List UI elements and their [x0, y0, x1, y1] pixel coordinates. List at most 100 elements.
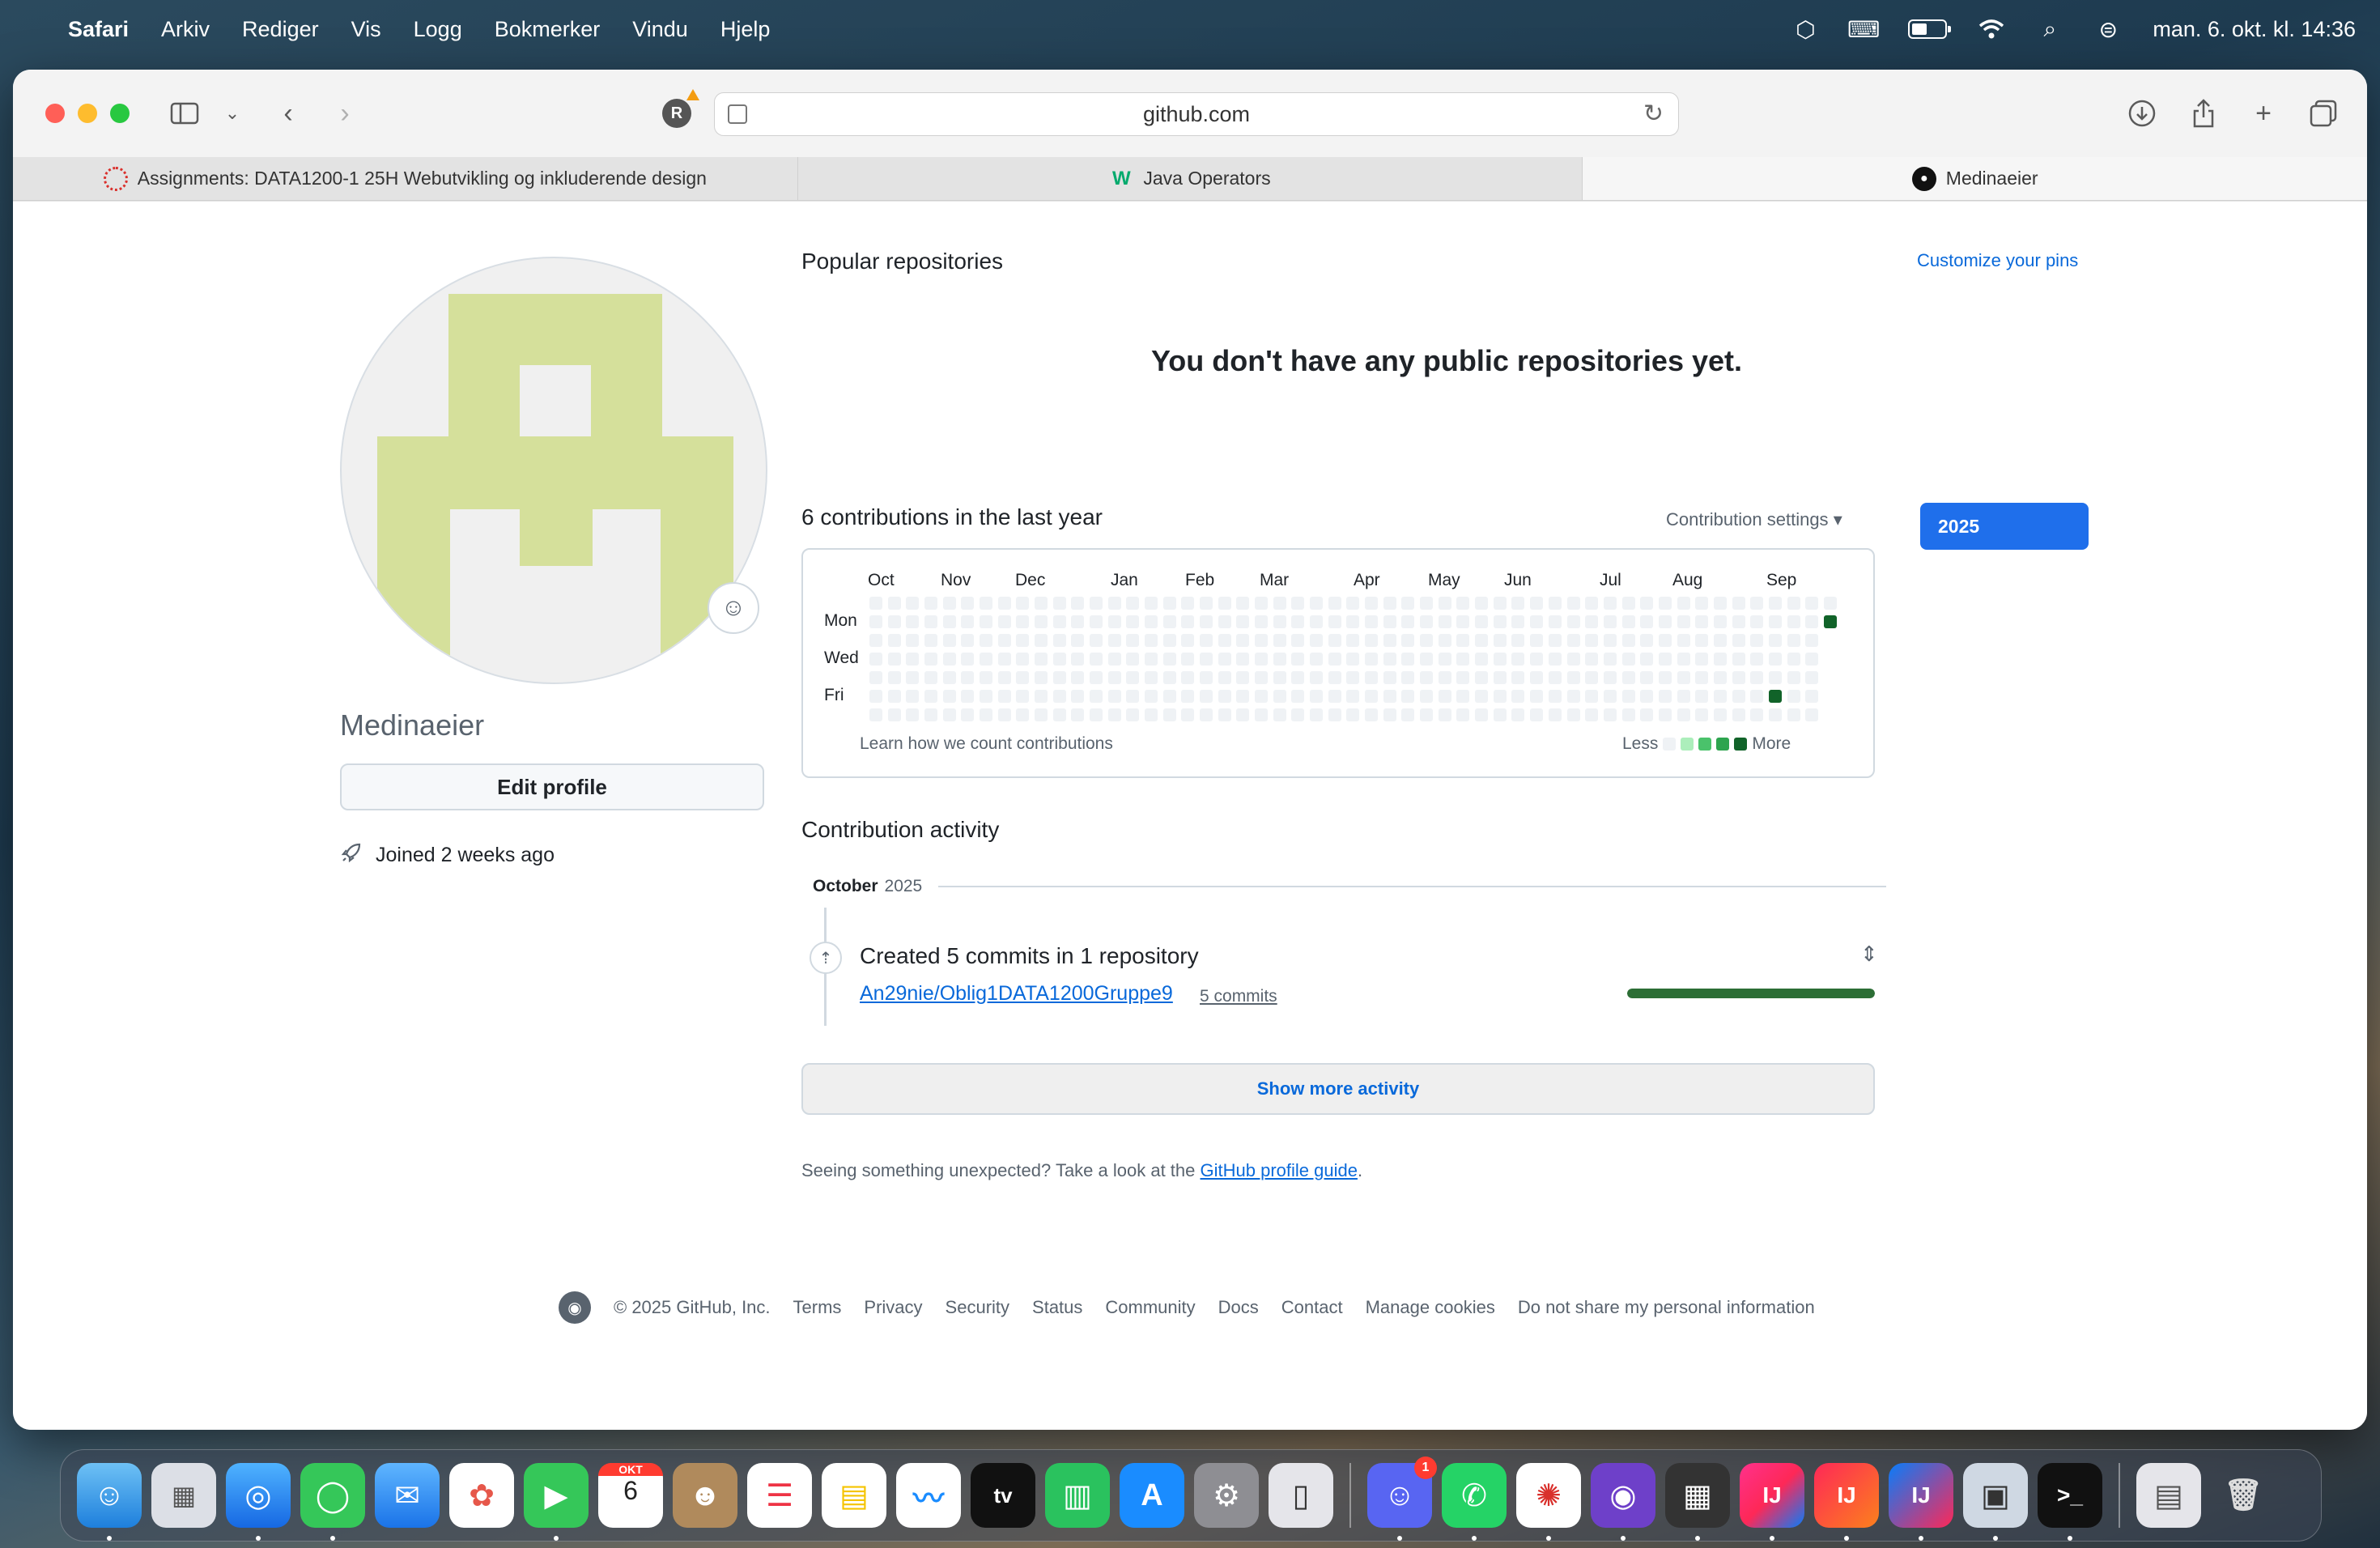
contribution-cell[interactable] [1328, 615, 1341, 628]
contribution-cell[interactable] [1585, 597, 1599, 610]
contribution-cell[interactable] [1071, 671, 1085, 684]
contribution-cell[interactable] [1255, 615, 1269, 628]
contribution-cell[interactable] [1530, 690, 1544, 703]
contribution-cell[interactable] [1621, 615, 1635, 628]
facetime-icon[interactable]: ▶ [524, 1463, 589, 1541]
contribution-cell[interactable] [980, 671, 993, 684]
contribution-cell[interactable] [924, 634, 937, 647]
contribution-cell[interactable] [1162, 597, 1176, 610]
contribution-cell[interactable] [1181, 708, 1195, 721]
contribution-cell[interactable] [1126, 615, 1140, 628]
contribution-cell[interactable] [961, 671, 975, 684]
menu-rediger[interactable]: Rediger [242, 17, 319, 42]
contribution-cell[interactable] [906, 690, 920, 703]
footer-link-docs[interactable]: Docs [1218, 1297, 1259, 1318]
contribution-cell[interactable] [1071, 615, 1085, 628]
contribution-cell[interactable] [1200, 671, 1213, 684]
contribution-cell[interactable] [1603, 671, 1617, 684]
contacts-icon[interactable]: ☻ [673, 1463, 737, 1528]
contribution-cell[interactable] [1493, 671, 1507, 684]
contribution-cell[interactable] [1805, 634, 1819, 647]
contribution-cell[interactable] [1787, 671, 1800, 684]
wifi-icon[interactable] [1978, 17, 2005, 41]
contribution-cell[interactable] [1768, 597, 1782, 610]
zoom-button[interactable] [110, 104, 130, 123]
contribution-cell[interactable] [1768, 708, 1782, 721]
contribution-cell[interactable] [1438, 653, 1451, 666]
contribution-cell[interactable] [1805, 597, 1819, 610]
contribution-cell[interactable] [1750, 615, 1764, 628]
contribution-cell[interactable] [1236, 634, 1250, 647]
contribution-cell[interactable] [961, 708, 975, 721]
app-store-icon[interactable]: A [1120, 1463, 1184, 1528]
search-icon[interactable]: ⌕ [2036, 16, 2063, 41]
contribution-cell[interactable] [1695, 708, 1709, 721]
contribution-cell[interactable] [1548, 653, 1562, 666]
contribution-cell[interactable] [1585, 615, 1599, 628]
notes-icon[interactable]: ▤ [822, 1463, 886, 1528]
contribution-cell[interactable] [961, 615, 975, 628]
menu-logg[interactable]: Logg [414, 17, 462, 42]
profile-guide-link[interactable]: GitHub profile guide [1201, 1160, 1358, 1180]
address-bar[interactable]: github.com ↻ [714, 92, 1679, 136]
contribution-cell[interactable] [1621, 597, 1635, 610]
contribution-cell[interactable] [942, 597, 956, 610]
contribution-cell[interactable] [1181, 615, 1195, 628]
page-menu-icon[interactable] [728, 104, 747, 124]
preview-icon[interactable]: ▣ [1963, 1463, 2028, 1541]
contribution-cell[interactable] [1126, 597, 1140, 610]
contribution-cell[interactable] [1052, 708, 1066, 721]
contribution-cell[interactable] [1218, 690, 1231, 703]
contribution-cell[interactable] [980, 653, 993, 666]
contribution-cell[interactable] [1750, 597, 1764, 610]
contribution-cell[interactable] [1787, 634, 1800, 647]
contribution-cell[interactable] [1732, 615, 1745, 628]
contribution-cell[interactable] [1695, 671, 1709, 684]
iphone-mirroring-icon[interactable]: ▯ [1269, 1463, 1333, 1528]
contribution-cell[interactable] [869, 615, 882, 628]
numbers-icon[interactable]: ▥ [1045, 1463, 1110, 1528]
contribution-cell[interactable] [1107, 708, 1121, 721]
contribution-cell[interactable] [1658, 634, 1672, 647]
contribution-cell[interactable] [1713, 671, 1727, 684]
contribution-cell[interactable] [924, 597, 937, 610]
contribution-cell[interactable] [1071, 653, 1085, 666]
contribution-cell[interactable] [997, 708, 1011, 721]
photos-icon[interactable]: ✿ [449, 1463, 514, 1528]
contribution-cell[interactable] [1090, 615, 1103, 628]
contribution-cell[interactable] [1365, 708, 1379, 721]
expand-icon[interactable]: ⇕ [1860, 942, 1878, 967]
contribution-cell[interactable] [1236, 690, 1250, 703]
contribution-cell[interactable] [1677, 671, 1690, 684]
contribution-cell[interactable] [1511, 634, 1525, 647]
contribution-cell[interactable] [1346, 671, 1360, 684]
contribution-cell[interactable] [980, 615, 993, 628]
contribution-cell[interactable] [1383, 615, 1396, 628]
contribution-cell[interactable] [1107, 653, 1121, 666]
footer-link-security[interactable]: Security [946, 1297, 1009, 1318]
menu-app-name[interactable]: Safari [68, 17, 129, 42]
contribution-cell[interactable] [1566, 597, 1580, 610]
contribution-cell[interactable] [1732, 671, 1745, 684]
contribution-cell[interactable] [1145, 634, 1158, 647]
contribution-cell[interactable] [1640, 653, 1654, 666]
contribution-cell[interactable] [1016, 615, 1030, 628]
contribution-cell[interactable] [906, 671, 920, 684]
contribution-cell[interactable] [1768, 634, 1782, 647]
contribution-cell[interactable] [1255, 690, 1269, 703]
contribution-cell[interactable] [1200, 597, 1213, 610]
contribution-cell[interactable] [1640, 671, 1654, 684]
contribution-cell[interactable] [869, 690, 882, 703]
contribution-cell[interactable] [1107, 690, 1121, 703]
contribution-cell[interactable] [942, 615, 956, 628]
share-icon[interactable] [2184, 94, 2223, 133]
contribution-cell[interactable] [1365, 653, 1379, 666]
contribution-cell[interactable] [1585, 653, 1599, 666]
tab-assignments[interactable]: Assignments: DATA1200-1 25H Webutvikling… [13, 157, 798, 200]
contribution-cell[interactable] [1365, 690, 1379, 703]
commits-count-link[interactable]: 5 commits [1200, 987, 1277, 1006]
contribution-cell[interactable] [1420, 597, 1434, 610]
contribution-cell[interactable] [1052, 653, 1066, 666]
contribution-cell[interactable] [942, 634, 956, 647]
contribution-cell[interactable] [1493, 708, 1507, 721]
